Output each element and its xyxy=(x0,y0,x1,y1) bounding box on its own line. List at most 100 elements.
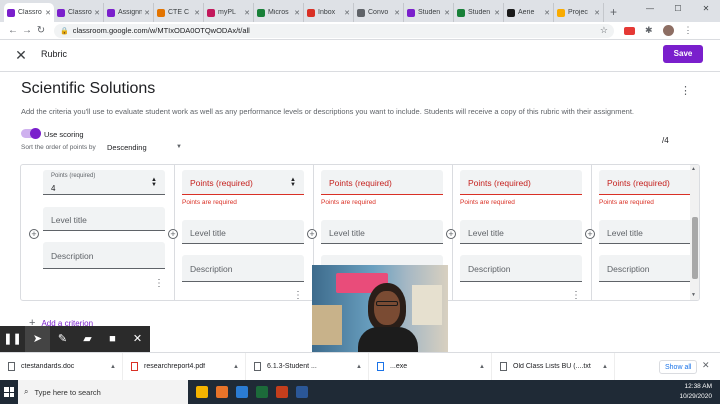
sort-order-select[interactable]: Descending ▼ xyxy=(107,143,182,152)
use-scoring-toggle[interactable] xyxy=(21,128,41,139)
points-stepper-icon[interactable]: ▲ ▼ xyxy=(151,177,157,188)
url-field[interactable]: 🔒 classroom.google.com/w/MTIxODA0OTQwODA… xyxy=(54,23,614,38)
scroll-up-icon[interactable]: ▲ xyxy=(691,166,696,172)
start-button[interactable] xyxy=(0,380,18,404)
back-arrow-icon[interactable]: ← xyxy=(6,25,20,36)
close-tab-icon[interactable]: ✕ xyxy=(144,9,150,17)
close-tab-icon[interactable]: ✕ xyxy=(194,9,200,17)
level-more-icon[interactable]: ⋮ xyxy=(571,290,581,300)
camera-icon[interactable]: ■ xyxy=(100,326,125,352)
browser-tab[interactable]: myPL ✕ xyxy=(204,3,254,22)
close-tab-icon[interactable]: ✕ xyxy=(94,9,100,17)
points-field[interactable]: Points (required) xyxy=(599,170,691,195)
forward-arrow-icon[interactable]: → xyxy=(20,25,34,36)
browser-tab[interactable]: Classro ✕ xyxy=(4,3,54,22)
reload-icon[interactable]: ↻ xyxy=(34,25,48,36)
save-button[interactable]: Save xyxy=(663,45,703,63)
close-icon[interactable]: ✕ xyxy=(14,47,28,63)
puzzle-extension-icon[interactable]: ✱ xyxy=(645,25,653,36)
close-tab-icon[interactable]: ✕ xyxy=(244,9,250,17)
chevron-up-icon[interactable]: ▲ xyxy=(602,364,608,370)
profile-avatar[interactable] xyxy=(662,25,674,36)
points-error-message: Points are required xyxy=(182,199,237,206)
close-tab-icon[interactable]: ✕ xyxy=(344,9,350,17)
level-title-field[interactable]: Level title xyxy=(460,220,582,244)
powerpoint-icon[interactable] xyxy=(276,386,288,398)
browser-tab[interactable]: Studen ✕ xyxy=(454,3,504,22)
close-tab-icon[interactable]: ✕ xyxy=(494,9,500,17)
close-tab-icon[interactable]: ✕ xyxy=(394,9,400,17)
browser-tab[interactable]: Micros ✕ xyxy=(254,3,304,22)
browser-tab[interactable]: Convo ✕ xyxy=(354,3,404,22)
download-item[interactable]: researchreport4.pdf ▲ xyxy=(123,352,246,381)
close-icon[interactable]: ✕ xyxy=(125,326,150,352)
add-level-plus-icon[interactable]: + xyxy=(168,229,178,239)
close-tab-icon[interactable]: ✕ xyxy=(444,9,450,17)
level-description-field[interactable]: Description xyxy=(182,255,304,282)
browser-menu-icon[interactable]: ⋮ xyxy=(684,25,693,36)
maximize-icon[interactable]: ☐ xyxy=(664,0,692,18)
browser-tab[interactable]: Studen ✕ xyxy=(404,3,454,22)
level-title-field[interactable]: Level title xyxy=(321,220,443,244)
level-title-field[interactable]: Level title xyxy=(43,207,165,231)
chevron-up-icon[interactable]: ▲ xyxy=(110,364,116,370)
chevron-up-icon[interactable]: ▲ xyxy=(356,364,362,370)
youtube-extension-icon[interactable] xyxy=(624,26,635,35)
scrollbar-thumb[interactable] xyxy=(692,217,698,279)
more-options-icon[interactable]: ⋮ xyxy=(680,84,691,97)
highlighter-icon[interactable]: ▰ xyxy=(75,326,100,352)
download-item[interactable]: ctestandards.doc ▲ xyxy=(0,352,123,381)
level-description-field[interactable]: Description xyxy=(460,255,582,282)
chevron-up-icon[interactable]: ▲ xyxy=(233,364,239,370)
webcam-overlay[interactable] xyxy=(312,265,448,366)
add-level-plus-icon[interactable]: + xyxy=(29,229,39,239)
bookmark-star-icon[interactable]: ☆ xyxy=(600,25,608,36)
browser-tab[interactable]: CTE C ✕ xyxy=(154,3,204,22)
level-description-field[interactable]: Description xyxy=(43,242,165,269)
scroll-down-icon[interactable]: ▼ xyxy=(691,292,696,298)
pen-icon[interactable]: ✎ xyxy=(50,326,75,352)
download-item[interactable]: Old Class Lists BU (....txt ▲ xyxy=(492,352,615,381)
excel-icon[interactable] xyxy=(256,386,268,398)
add-level-plus-icon[interactable]: + xyxy=(446,229,456,239)
pause-icon[interactable]: ❚❚ xyxy=(0,326,25,352)
taskbar-search[interactable]: ⌕ Type here to search xyxy=(18,380,188,404)
points-field[interactable]: Points (required) xyxy=(321,170,443,195)
points-field[interactable]: Points (required) xyxy=(460,170,582,195)
close-tab-icon[interactable]: ✕ xyxy=(594,9,600,17)
student-favicon-icon xyxy=(407,8,415,17)
browser-tab[interactable]: Inbox ✕ xyxy=(304,3,354,22)
chevron-up-icon[interactable]: ▲ xyxy=(479,364,485,370)
close-tab-icon[interactable]: ✕ xyxy=(45,9,51,17)
chrome-icon[interactable] xyxy=(296,386,308,398)
new-tab-plus-icon[interactable]: + xyxy=(610,3,617,22)
word-icon[interactable] xyxy=(236,386,248,398)
level-title-field[interactable]: Level title xyxy=(182,220,304,244)
close-downloads-icon[interactable]: ✕ xyxy=(702,360,710,371)
browser-tab[interactable]: Assignn ✕ xyxy=(104,3,154,22)
firefox-icon[interactable] xyxy=(216,386,228,398)
level-description-field[interactable]: Description xyxy=(599,255,691,282)
download-item[interactable]: 6.1.3-Student ... ▲ xyxy=(246,352,369,381)
minimize-icon[interactable]: — xyxy=(636,0,664,18)
browser-tab[interactable]: Aerie ✕ xyxy=(504,3,554,22)
pointer-icon[interactable]: ➤ xyxy=(25,326,50,352)
show-all-button[interactable]: Show all xyxy=(659,360,698,374)
points-stepper-icon[interactable]: ▲ ▼ xyxy=(290,177,296,188)
close-tab-icon[interactable]: ✕ xyxy=(544,9,550,17)
download-item[interactable]: ...exe ▲ xyxy=(369,352,492,381)
points-field[interactable]: Points (required) ▲ ▼ xyxy=(182,170,304,195)
browser-tab[interactable]: Projec ✕ xyxy=(554,3,604,22)
file-explorer-icon[interactable] xyxy=(196,386,208,398)
level-title-field[interactable]: Level title xyxy=(599,220,691,244)
browser-tab[interactable]: Classro ✕ xyxy=(54,3,104,22)
level-more-icon[interactable]: ⋮ xyxy=(293,290,303,300)
system-clock[interactable]: 12:38 AM 10/29/2020 xyxy=(679,382,712,402)
levels-scrollbar[interactable]: ▲ ▼ xyxy=(690,165,699,300)
close-tab-icon[interactable]: ✕ xyxy=(294,9,300,17)
close-window-icon[interactable]: ✕ xyxy=(692,0,720,18)
add-level-plus-icon[interactable]: + xyxy=(307,229,317,239)
level-more-icon[interactable]: ⋮ xyxy=(154,278,164,289)
add-level-plus-icon[interactable]: + xyxy=(585,229,595,239)
points-field[interactable]: Points (required) 4 ▲ ▼ xyxy=(43,170,165,195)
